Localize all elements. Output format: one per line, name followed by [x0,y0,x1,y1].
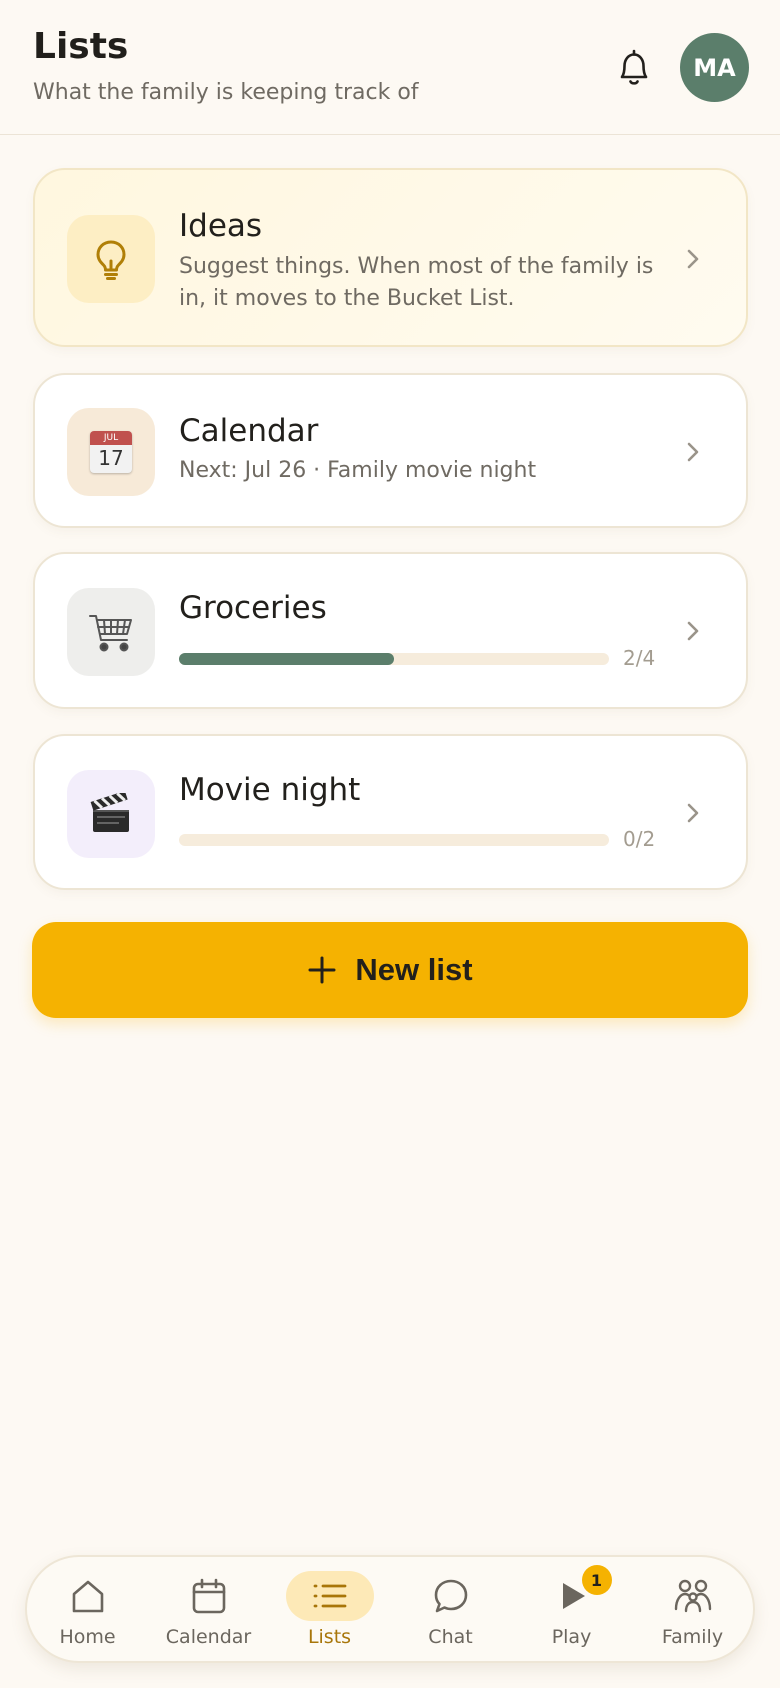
chevron-right-icon [687,621,699,641]
chevron-right-icon [687,803,699,823]
calendar-month-strip: JUL [90,431,132,445]
progress-fill [179,653,394,665]
progress-bar [179,653,609,665]
list-card-groceries[interactable]: Groceries 2/4 [33,552,748,709]
nav-label: Lists [307,1626,352,1648]
nav-family[interactable]: Family [632,1557,753,1661]
list-card-calendar[interactable]: JUL 17 Calendar Next: Jul 26 · Family mo… [33,373,748,528]
family-icon [674,1579,711,1613]
list-icon [313,1584,346,1608]
card-title: Calendar [179,413,319,449]
nav-label: Play [551,1626,592,1648]
progress-count: 2/4 [623,646,656,670]
nav-label: Chat [428,1626,473,1648]
notification-badge: 1 [581,1565,612,1595]
page-subtitle: What the family is keeping track of [33,80,419,105]
calendar-day-number: 17 [98,446,124,470]
chevron-right-icon [687,249,699,269]
home-icon [72,1580,103,1613]
card-description: Suggest things. When most of the family … [179,254,654,311]
nav-lists[interactable]: Lists [269,1557,390,1661]
nav-label: Home [59,1626,116,1648]
card-title: Ideas [179,208,263,244]
new-list-button[interactable]: New list [32,922,748,1018]
plus-icon [308,956,336,984]
list-card-ideas[interactable]: Ideas Suggest things. When most of the f… [33,168,748,347]
page-title: Lists [33,26,129,67]
shopping-cart-icon [67,588,155,676]
progress-bar [179,834,609,846]
card-description: Next: Jul 26 · Family movie night [179,458,537,483]
nav-play[interactable]: 1 Play [511,1557,632,1661]
avatar[interactable]: MA [680,33,749,102]
calendar-page-graphic: JUL 17 [90,431,132,473]
nav-label: Family [661,1626,724,1648]
nav-home[interactable]: Home [27,1557,148,1661]
notifications-bell-icon[interactable] [610,44,658,92]
nav-chat[interactable]: Chat [390,1557,511,1661]
card-title: Groceries [179,590,327,626]
progress-count: 0/2 [623,827,656,851]
clapper-board-icon [67,770,155,858]
chat-bubble-icon [434,1579,467,1613]
list-card-movie-night[interactable]: Movie night 0/2 [33,734,748,890]
calendar-icon [192,1578,225,1614]
nav-calendar[interactable]: Calendar [148,1557,269,1661]
new-list-label: New list [355,952,473,987]
chevron-right-icon [687,442,699,462]
lists-screen: Lists What the family is keeping track o… [0,0,780,1688]
header: Lists What the family is keeping track o… [0,0,780,135]
bottom-nav: Home Calendar Lists Chat 1 Play Family [25,1555,755,1663]
nav-label: Calendar [165,1626,252,1648]
calendar-emoji-icon: JUL 17 [67,408,155,496]
card-title: Movie night [179,772,361,808]
lightbulb-icon [67,215,155,303]
